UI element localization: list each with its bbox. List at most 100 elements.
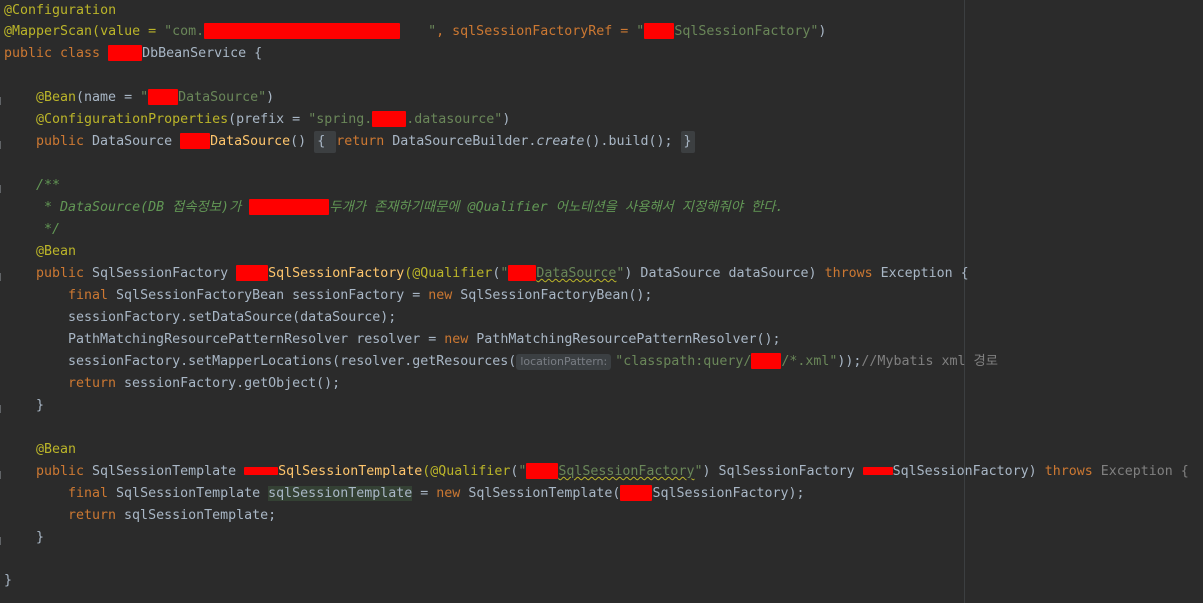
code-text: SqlSessionTemplate( bbox=[468, 486, 621, 501]
keyword: throws bbox=[824, 266, 881, 281]
code-text: DbBeanService { bbox=[142, 46, 263, 61]
code-text: } bbox=[4, 573, 13, 588]
string-literal: SqlSessionFactory bbox=[558, 464, 695, 479]
folded-region[interactable]: } bbox=[680, 131, 695, 153]
code-text: sqlSessionTemplate; bbox=[124, 508, 277, 523]
code-text: = bbox=[412, 486, 437, 501]
keyword: new bbox=[444, 332, 477, 347]
keyword: public bbox=[36, 134, 93, 149]
editor-gutter bbox=[0, 0, 14, 603]
code-text: ) DataSource dataSource) bbox=[624, 266, 825, 281]
code-text: ().build(); bbox=[584, 134, 681, 149]
code-text: SqlSessionFactory); bbox=[652, 486, 805, 501]
code-line-15[interactable]: sessionFactory.setDataSource(dataSource)… bbox=[68, 307, 396, 329]
code-text: DataSourceBuilder. bbox=[392, 134, 537, 149]
code-line-9[interactable]: /** bbox=[36, 175, 60, 197]
code-text: sessionFactory.setDataSource(dataSource)… bbox=[68, 310, 397, 325]
code-line-22[interactable]: public SqlSessionTemplate SqlSessionTemp… bbox=[36, 461, 1189, 483]
highlighted-variable[interactable]: sqlSessionTemplate bbox=[268, 486, 413, 501]
keyword: public bbox=[36, 464, 93, 479]
code-line-25[interactable]: } bbox=[36, 527, 44, 549]
method-name: DataSource bbox=[210, 134, 291, 149]
keyword: return bbox=[68, 508, 125, 523]
code-line-27[interactable]: } bbox=[4, 570, 12, 592]
code-line-17[interactable]: sessionFactory.setMapperLocations(resolv… bbox=[68, 351, 998, 373]
doc-comment: * DataSource(DB 접속정보)가 bbox=[36, 200, 250, 215]
fold-marker-icon[interactable] bbox=[0, 273, 7, 281]
code-line-10[interactable]: * DataSource(DB 접속정보)가 두개가 존재하기때문에 @Qual… bbox=[36, 197, 783, 219]
redaction-mark bbox=[249, 199, 330, 215]
parameter-hint: locationPattern: bbox=[516, 354, 612, 370]
annotation: @Configuration bbox=[4, 3, 117, 18]
code-text: Exception { bbox=[1100, 464, 1189, 479]
annotation: @Bean bbox=[36, 442, 77, 457]
string-literal: "classpath:query/ bbox=[615, 354, 752, 369]
code-line-1[interactable]: @Configuration bbox=[4, 0, 116, 22]
code-line-7[interactable]: public DataSource DataSource() { return … bbox=[36, 131, 695, 153]
code-text: ) bbox=[502, 112, 511, 127]
string-literal: " bbox=[636, 24, 645, 39]
doc-comment: /** bbox=[36, 178, 61, 193]
code-text: sessionFactory.setMapperLocations(resolv… bbox=[68, 354, 517, 369]
fold-marker-icon[interactable] bbox=[0, 141, 7, 149]
string-literal: /*.xml" bbox=[781, 354, 838, 369]
code-line-2[interactable]: @MapperScan(value = "com. ", sqlSessionFa… bbox=[4, 21, 826, 43]
code-line-11[interactable]: */ bbox=[36, 219, 60, 241]
redaction-mark bbox=[644, 23, 675, 39]
code-line-19[interactable]: } bbox=[36, 395, 44, 417]
keyword: throws bbox=[1044, 464, 1101, 479]
code-line-23[interactable]: final SqlSessionTemplate sqlSessionTempl… bbox=[68, 483, 805, 505]
code-line-16[interactable]: PathMatchingResourcePatternResolver reso… bbox=[68, 329, 781, 351]
code-line-3[interactable]: public class DbBeanService { bbox=[4, 43, 262, 65]
keyword: final bbox=[68, 486, 117, 501]
fold-marker-icon[interactable] bbox=[0, 185, 7, 193]
code-line-21[interactable]: @Bean bbox=[36, 439, 76, 461]
method-call: create bbox=[536, 134, 585, 149]
fold-marker-icon[interactable] bbox=[0, 405, 7, 413]
redaction-mark bbox=[180, 133, 211, 149]
code-line-5[interactable]: @Bean(name = " DataSource") bbox=[36, 87, 274, 109]
code-text: SqlSessionTemplate bbox=[116, 486, 269, 501]
string-literal: .datasource" bbox=[406, 112, 503, 127]
fold-marker-icon[interactable] bbox=[0, 537, 7, 545]
fold-marker-icon[interactable] bbox=[0, 97, 7, 105]
annotation: @MapperScan(value = bbox=[4, 24, 165, 39]
code-text: PathMatchingResourcePatternResolver(); bbox=[476, 332, 781, 347]
code-text: (prefix = bbox=[228, 112, 309, 127]
redaction-mark bbox=[108, 45, 143, 61]
method-name: SqlSessionTemplate bbox=[278, 464, 423, 479]
annotation: (@Qualifier bbox=[422, 464, 511, 479]
keyword: public bbox=[36, 266, 93, 281]
code-text: (@Qualifier bbox=[404, 266, 493, 281]
line-comment: //Mybatis xml 경로 bbox=[861, 354, 998, 369]
keyword: new bbox=[436, 486, 469, 501]
keyword: new bbox=[428, 288, 461, 303]
code-text: ) SqlSessionFactory bbox=[702, 464, 863, 479]
keyword: public class bbox=[4, 46, 109, 61]
code-line-18[interactable]: return sessionFactory.getObject(); bbox=[68, 373, 340, 395]
code-line-24[interactable]: return sqlSessionTemplate; bbox=[68, 505, 276, 527]
redaction-mark bbox=[372, 111, 407, 127]
string-literal: " bbox=[428, 24, 437, 39]
code-text: PathMatchingResourcePatternResolver reso… bbox=[68, 332, 445, 347]
redaction-mark bbox=[204, 23, 401, 39]
fold-marker-icon[interactable] bbox=[0, 471, 7, 479]
code-line-12[interactable]: @Bean bbox=[36, 241, 76, 263]
code-text: SqlSessionFactory) bbox=[892, 464, 1045, 479]
string-literal: " bbox=[518, 464, 527, 479]
string-literal: " bbox=[140, 90, 149, 105]
annotation: @ConfigurationProperties bbox=[36, 112, 229, 127]
string-literal: SqlSessionFactory" bbox=[674, 24, 819, 39]
redaction-mark bbox=[620, 485, 653, 501]
code-text: )); bbox=[837, 354, 862, 369]
code-line-6[interactable]: @ConfigurationProperties(prefix = "sprin… bbox=[36, 109, 510, 131]
annotation: @Bean bbox=[36, 244, 77, 259]
code-text: ) bbox=[818, 24, 827, 39]
code-text: () bbox=[290, 134, 315, 149]
code-editor[interactable]: @Configuration @MapperScan(value = "com.… bbox=[0, 0, 1203, 603]
folded-region[interactable]: { bbox=[314, 131, 337, 153]
code-line-13[interactable]: public SqlSessionFactory SqlSessionFacto… bbox=[36, 263, 969, 285]
string-literal: DataSource" bbox=[178, 90, 267, 105]
doc-comment: */ bbox=[36, 222, 61, 237]
code-line-14[interactable]: final SqlSessionFactoryBean sessionFacto… bbox=[68, 285, 652, 307]
